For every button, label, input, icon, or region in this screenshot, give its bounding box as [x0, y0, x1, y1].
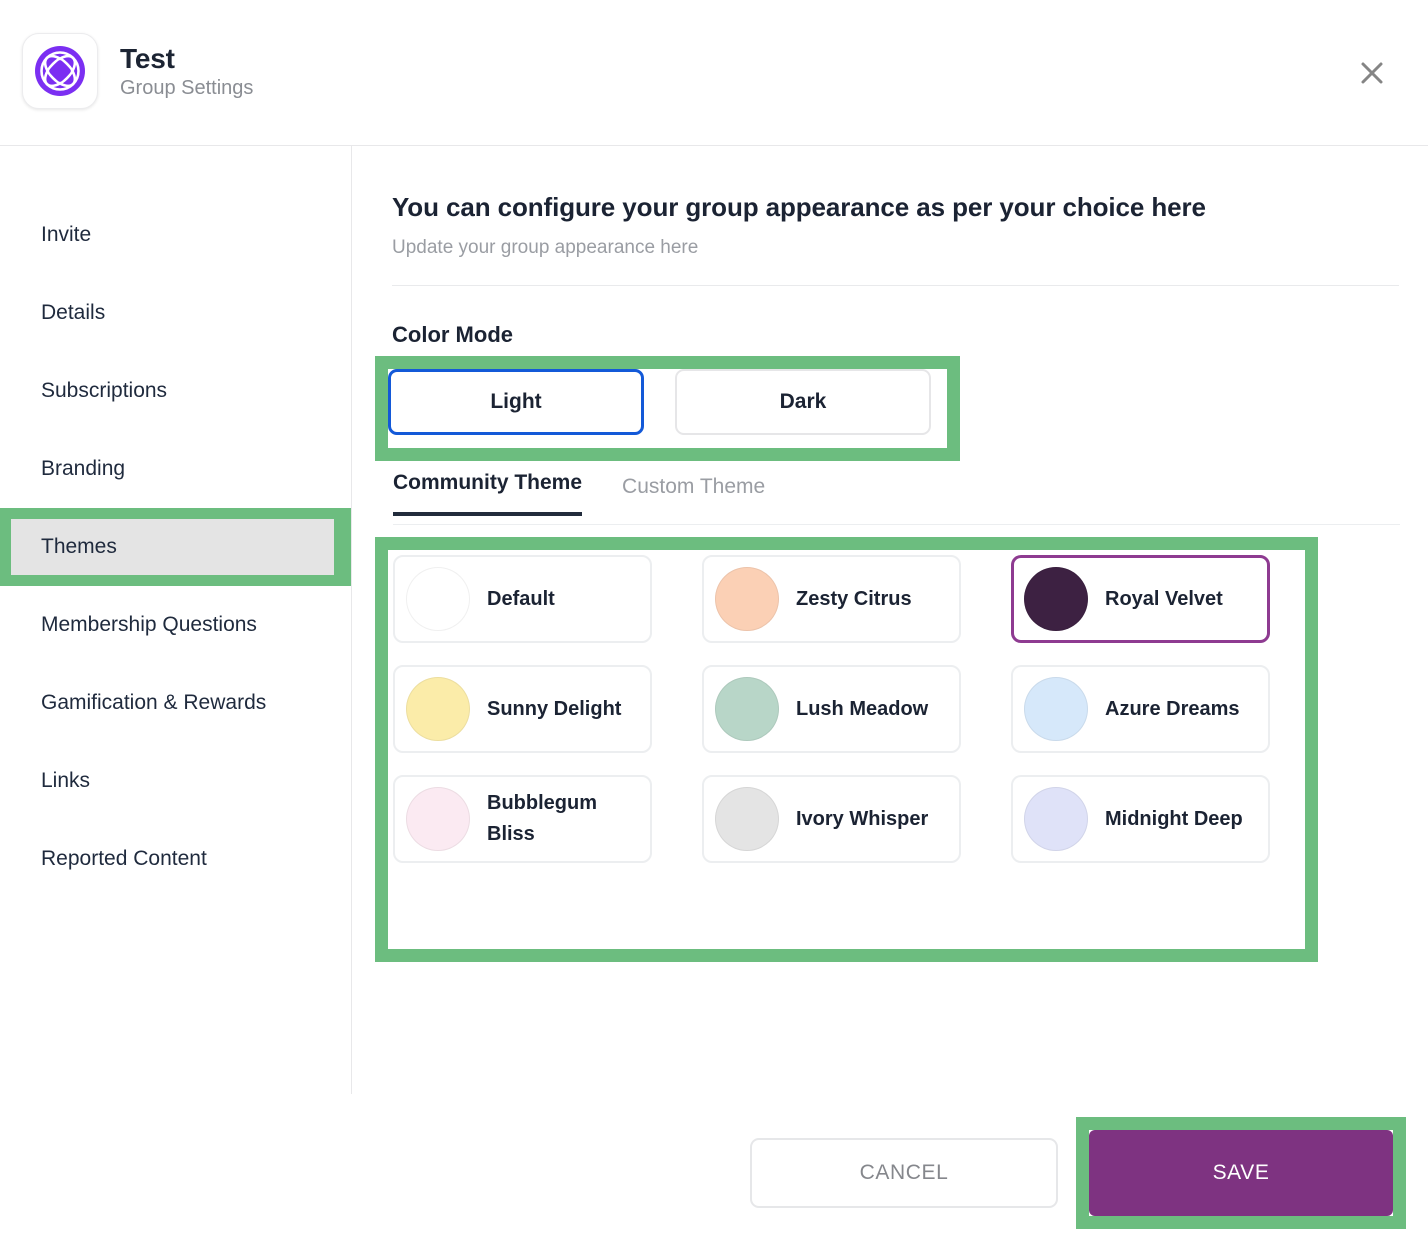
page-subtitle: Group Settings	[120, 76, 254, 99]
group-logo-icon	[22, 33, 98, 109]
sidebar-item-reported-content[interactable]: Reported Content	[0, 820, 351, 898]
panel-heading: You can configure your group appearance …	[392, 192, 1206, 222]
theme-swatch-icon	[715, 677, 779, 741]
theme-card[interactable]: Default	[393, 555, 652, 643]
theme-card[interactable]: Azure Dreams	[1011, 665, 1270, 753]
sidebar-item-branding[interactable]: Branding	[0, 430, 351, 508]
theme-card[interactable]: Midnight Deep	[1011, 775, 1270, 863]
theme-swatch-icon	[1024, 787, 1088, 851]
theme-card[interactable]: Royal Velvet	[1011, 555, 1270, 643]
color-mode-dark-button[interactable]: Dark	[675, 369, 931, 435]
color-mode-label: Color Mode	[392, 322, 513, 347]
tabs-underline	[393, 524, 1400, 525]
theme-label: Zesty Citrus	[796, 587, 912, 610]
sidebar-item-gamification-rewards[interactable]: Gamification & Rewards	[0, 664, 351, 742]
close-icon[interactable]	[1351, 52, 1393, 94]
brand-text: Test Group Settings	[120, 42, 254, 99]
theme-swatch-icon	[406, 677, 470, 741]
sidebar-item-label: Themes	[11, 519, 334, 575]
theme-swatch-icon	[715, 787, 779, 851]
theme-label: Default	[487, 587, 555, 610]
theme-swatch-icon	[406, 787, 470, 851]
theme-label: Lush Meadow	[796, 697, 929, 720]
color-mode-toggle-group: Light Dark	[388, 369, 931, 435]
theme-card[interactable]: Bubblegum Bliss	[393, 775, 652, 863]
theme-card[interactable]: Lush Meadow	[702, 665, 961, 753]
themes-panel: You can configure your group appearance …	[352, 146, 1428, 1094]
theme-card[interactable]: Sunny Delight	[393, 665, 652, 753]
group-settings-dialog: Test Group Settings Invite Details Subscri…	[0, 0, 1428, 1241]
theme-label: Azure Dreams	[1105, 697, 1240, 720]
brand: Test Group Settings	[22, 33, 253, 109]
theme-card[interactable]: Zesty Citrus	[702, 555, 961, 643]
theme-card[interactable]: Ivory Whisper	[702, 775, 961, 863]
theme-tabs: Community Theme Custom Theme	[393, 471, 765, 516]
theme-label: Bubblegum Bliss	[487, 792, 597, 845]
color-mode-light-button[interactable]: Light	[388, 369, 644, 435]
panel-subheading: Update your group appearance here	[392, 237, 699, 258]
sidebar-item-themes[interactable]: Themes	[0, 508, 351, 586]
tab-community-theme[interactable]: Community Theme	[393, 471, 583, 516]
theme-swatch-icon	[715, 567, 779, 631]
heading-divider	[392, 285, 1399, 286]
theme-label: Ivory Whisper	[796, 807, 929, 830]
theme-swatch-icon	[1024, 677, 1088, 741]
theme-swatch-icon	[1024, 567, 1088, 631]
theme-label: Midnight Deep	[1105, 807, 1243, 830]
sidebar-item-details[interactable]: Details	[0, 274, 351, 352]
sidebar-item-membership-questions[interactable]: Membership Questions	[0, 586, 351, 664]
theme-label: Sunny Delight	[487, 697, 622, 720]
dialog-header: Test Group Settings	[0, 0, 1428, 146]
page-title: Test	[120, 42, 175, 74]
settings-sidebar: Invite Details Subscriptions Branding Themes…	[0, 146, 352, 1094]
cancel-button[interactable]: CANCEL	[750, 1138, 1058, 1208]
sidebar-item-invite[interactable]: Invite	[0, 196, 351, 274]
theme-label: Royal Velvet	[1105, 587, 1223, 610]
tab-custom-theme[interactable]: Custom Theme	[622, 475, 765, 516]
dialog-footer: CANCEL SAVE	[0, 1095, 1428, 1241]
sidebar-item-subscriptions[interactable]: Subscriptions	[0, 352, 351, 430]
save-button[interactable]: SAVE	[1089, 1130, 1393, 1216]
theme-swatch-icon	[406, 567, 470, 631]
theme-grid: Default Zesty Citrus Royal Velvet Sunny Del…	[393, 555, 1300, 863]
sidebar-item-links[interactable]: Links	[0, 742, 351, 820]
